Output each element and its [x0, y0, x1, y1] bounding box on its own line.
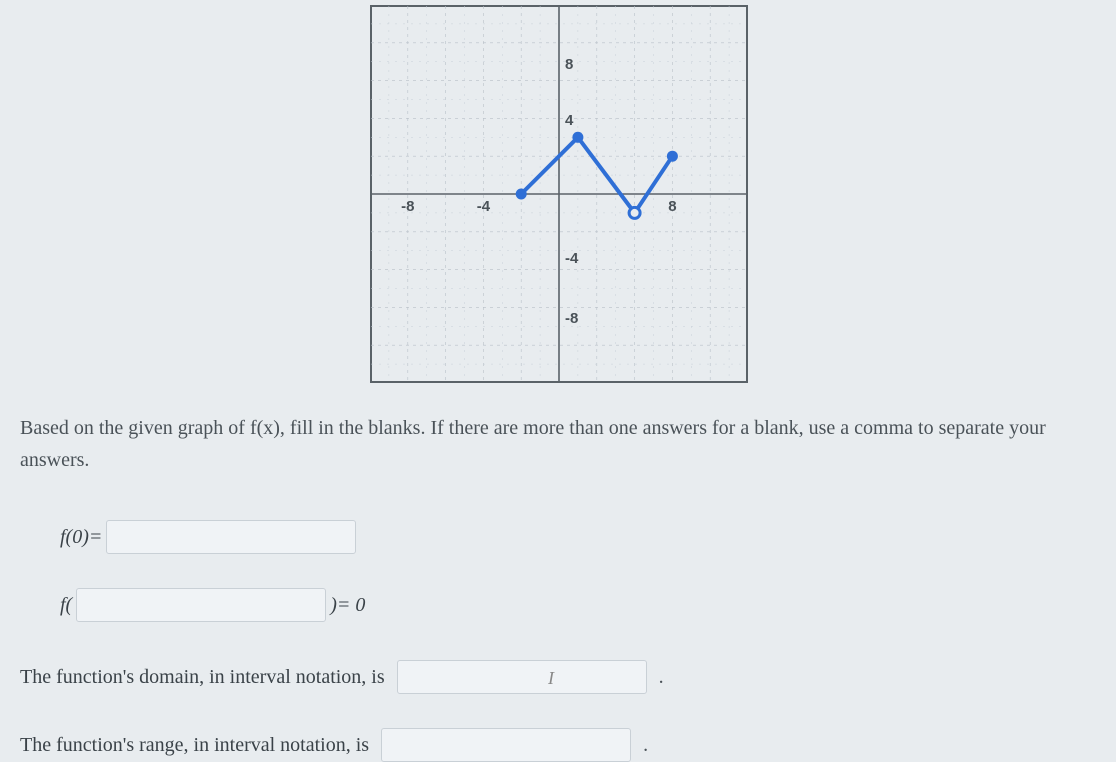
period-domain: .: [659, 666, 664, 689]
label-range: The function's range, in interval notati…: [20, 734, 369, 757]
endpoint-closed-left: [516, 189, 527, 200]
input-domain[interactable]: [397, 660, 647, 694]
xtick-neg4: -4: [477, 198, 491, 215]
blank-f-of-0-row: f(0)=: [60, 520, 360, 554]
blank-domain-row: The function's domain, in interval notat…: [20, 660, 664, 694]
endpoint-open-valley: [629, 207, 640, 218]
input-f-of-0[interactable]: [106, 520, 356, 554]
text-cursor-icon: I: [548, 668, 554, 689]
label-f-open: f(: [60, 594, 72, 617]
vertex-peak: [572, 132, 583, 143]
input-f-inverse-0[interactable]: [76, 588, 326, 622]
ytick-8: 8: [565, 56, 573, 73]
function-graph: -8 -4 4 8 4 8 -4 -8: [370, 5, 748, 383]
xtick-8: 8: [668, 198, 676, 215]
label-f-of-0: f(0)=: [60, 526, 102, 549]
ytick-4: 4: [565, 112, 574, 129]
ytick-neg8: -8: [565, 310, 578, 327]
blank-f-inverse-row: f( )= 0: [60, 588, 365, 622]
xtick-neg8: -8: [401, 198, 414, 215]
period-range: .: [643, 734, 648, 757]
label-domain: The function's domain, in interval notat…: [20, 666, 385, 689]
endpoint-closed-right: [667, 151, 678, 162]
graph-svg: -8 -4 4 8 4 8 -4 -8: [370, 5, 748, 383]
question-instructions: Based on the given graph of f(x), fill i…: [20, 412, 1096, 476]
axes: [371, 6, 747, 382]
input-range[interactable]: [381, 728, 631, 762]
label-equals-0: )= 0: [330, 594, 365, 617]
blank-range-row: The function's range, in interval notati…: [20, 728, 648, 762]
ytick-neg4: -4: [565, 250, 579, 267]
axis-labels: -8 -4 4 8 4 8 -4 -8: [401, 56, 676, 327]
